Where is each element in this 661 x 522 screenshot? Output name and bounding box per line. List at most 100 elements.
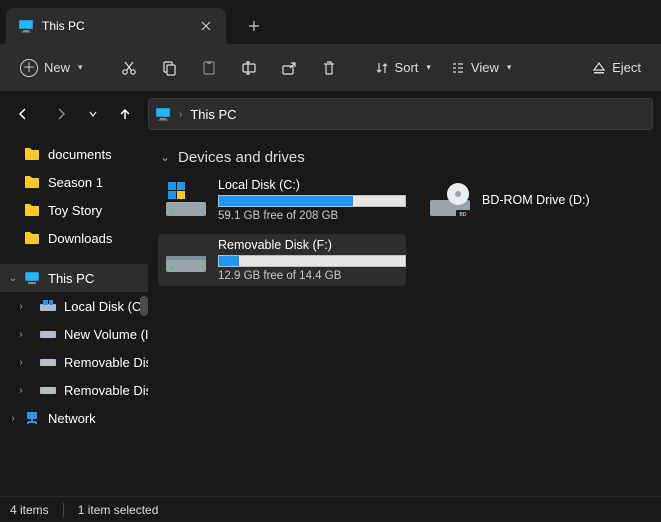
nav-back-button[interactable] bbox=[8, 99, 38, 129]
quick-access-documents[interactable]: documents bbox=[0, 140, 148, 168]
scissors-icon bbox=[121, 60, 137, 76]
breadcrumb-location[interactable]: This PC bbox=[190, 107, 236, 122]
scrollbar-thumb[interactable] bbox=[140, 296, 148, 316]
divider bbox=[63, 503, 64, 517]
nav-row: › This PC bbox=[0, 92, 661, 136]
drive-name: BD-ROM Drive (D:) bbox=[482, 193, 596, 207]
content-pane: ⌄ Devices and drives bbox=[148, 136, 661, 496]
view-icon bbox=[451, 61, 465, 75]
drive-icon bbox=[40, 384, 56, 396]
label: documents bbox=[48, 147, 112, 162]
collapse-icon[interactable]: ⌄ bbox=[6, 273, 20, 284]
tree-network[interactable]: › Network bbox=[0, 404, 148, 432]
rename-button[interactable] bbox=[231, 54, 267, 82]
view-label: View bbox=[471, 60, 499, 75]
folder-icon bbox=[24, 147, 40, 161]
folder-icon bbox=[24, 175, 40, 189]
nav-recent-button[interactable] bbox=[84, 99, 102, 129]
drive-icon bbox=[40, 300, 56, 312]
nav-forward-button[interactable] bbox=[46, 99, 76, 129]
expand-icon[interactable]: › bbox=[14, 385, 28, 396]
eject-icon bbox=[592, 61, 606, 75]
toolbar: ＋ New ▾ Sort ▾ View ▾ Eject bbox=[0, 44, 661, 92]
status-bar: 4 items 1 item selected bbox=[0, 496, 661, 522]
section-header[interactable]: ⌄ Devices and drives bbox=[158, 142, 651, 172]
drive-name: Local Disk (C:) bbox=[218, 178, 406, 192]
section-title: Devices and drives bbox=[178, 149, 305, 166]
delete-button[interactable] bbox=[311, 54, 347, 82]
label: Local Disk (C:) bbox=[64, 299, 148, 314]
label: This PC bbox=[48, 271, 94, 286]
plus-icon: ＋ bbox=[20, 59, 38, 77]
removable-drive-icon bbox=[164, 238, 208, 282]
label: Removable Dis bbox=[64, 355, 148, 370]
drive-removable-f[interactable]: Removable Disk (F:) 12.9 GB free of 14.4… bbox=[158, 234, 406, 286]
new-label: New bbox=[44, 60, 70, 75]
chevron-down-icon: ▾ bbox=[78, 62, 83, 73]
eject-button[interactable]: Eject bbox=[584, 54, 649, 81]
quick-access-season1[interactable]: Season 1 bbox=[0, 168, 148, 196]
drive-icon bbox=[40, 328, 56, 340]
tab-this-pc[interactable]: This PC bbox=[6, 8, 226, 44]
sidebar: documents Season 1 Toy Story Downloads ⌄… bbox=[0, 136, 148, 496]
tree-removable-2[interactable]: › Removable Disk bbox=[0, 376, 148, 404]
label: New Volume (I bbox=[64, 327, 148, 342]
this-pc-icon bbox=[24, 271, 40, 285]
drive-free-text: 12.9 GB free of 14.4 GB bbox=[218, 270, 406, 282]
copy-button[interactable] bbox=[151, 54, 187, 82]
tab-close-button[interactable] bbox=[198, 18, 214, 34]
new-button[interactable]: ＋ New ▾ bbox=[12, 53, 91, 83]
tree-new-volume[interactable]: › New Volume (I bbox=[0, 320, 148, 348]
this-pc-icon bbox=[155, 106, 171, 122]
sort-button[interactable]: Sort ▾ bbox=[367, 54, 439, 81]
capacity-bar bbox=[218, 195, 406, 207]
status-selection: 1 item selected bbox=[78, 503, 159, 517]
paste-icon bbox=[201, 60, 217, 76]
share-button[interactable] bbox=[271, 54, 307, 82]
label: Removable Disk bbox=[64, 383, 148, 398]
optical-drive-icon: BD bbox=[428, 178, 472, 222]
expand-icon[interactable]: › bbox=[6, 413, 20, 424]
folder-icon bbox=[24, 203, 40, 217]
expand-icon[interactable]: › bbox=[14, 357, 28, 368]
share-icon bbox=[281, 60, 297, 76]
sort-label: Sort bbox=[395, 60, 419, 75]
tab-title: This PC bbox=[42, 19, 190, 33]
tree-this-pc[interactable]: ⌄ This PC bbox=[0, 264, 148, 292]
tree-removable-1[interactable]: › Removable Dis bbox=[0, 348, 148, 376]
label: Network bbox=[48, 411, 96, 426]
chevron-down-icon: ⌄ bbox=[158, 151, 172, 164]
label: Toy Story bbox=[48, 203, 102, 218]
drive-bd-rom-d[interactable]: BD BD-ROM Drive (D:) bbox=[422, 174, 602, 226]
drive-local-disk-c[interactable]: Local Disk (C:) 59.1 GB free of 208 GB bbox=[158, 174, 406, 226]
tree-local-disk-c[interactable]: › Local Disk (C:) bbox=[0, 292, 148, 320]
quick-access-toystory[interactable]: Toy Story bbox=[0, 196, 148, 224]
copy-icon bbox=[161, 60, 177, 76]
view-button[interactable]: View ▾ bbox=[443, 54, 519, 81]
sort-icon bbox=[375, 61, 389, 75]
rename-icon bbox=[241, 60, 257, 76]
expand-icon[interactable]: › bbox=[14, 329, 28, 340]
status-item-count: 4 items bbox=[10, 503, 49, 517]
paste-button[interactable] bbox=[191, 54, 227, 82]
cut-button[interactable] bbox=[111, 54, 147, 82]
network-icon bbox=[24, 411, 40, 425]
capacity-bar bbox=[218, 255, 406, 267]
title-bar: This PC bbox=[0, 0, 661, 44]
chevron-down-icon: ▾ bbox=[507, 62, 512, 73]
label: Downloads bbox=[48, 231, 112, 246]
quick-access-downloads[interactable]: Downloads bbox=[0, 224, 148, 252]
drive-icon bbox=[40, 356, 56, 368]
svg-text:BD: BD bbox=[460, 212, 467, 218]
new-tab-button[interactable] bbox=[238, 10, 270, 42]
os-drive-icon bbox=[164, 178, 208, 222]
drive-name: Removable Disk (F:) bbox=[218, 238, 406, 252]
label: Season 1 bbox=[48, 175, 103, 190]
trash-icon bbox=[321, 60, 337, 76]
address-bar[interactable]: › This PC bbox=[148, 98, 653, 130]
expand-icon[interactable]: › bbox=[14, 301, 28, 312]
eject-label: Eject bbox=[612, 60, 641, 75]
folder-icon bbox=[24, 231, 40, 245]
nav-up-button[interactable] bbox=[110, 99, 140, 129]
chevron-right-icon[interactable]: › bbox=[179, 109, 182, 120]
